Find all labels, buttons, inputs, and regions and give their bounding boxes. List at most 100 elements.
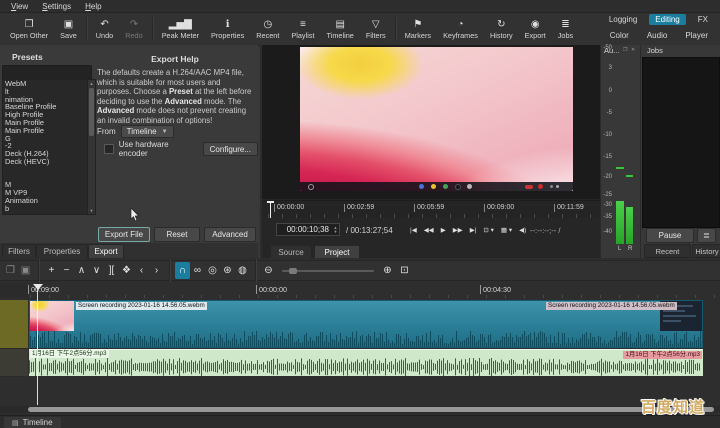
preset-item[interactable]: M (3, 181, 87, 189)
timeline-zoom-slider[interactable] (282, 270, 374, 272)
next-marker-button[interactable]: › (149, 262, 164, 279)
ripple-all-tracks-button[interactable]: ⊛ (220, 262, 235, 279)
play-button[interactable]: ▶ (441, 226, 446, 234)
preset-item[interactable]: G (3, 135, 87, 143)
paste-button[interactable]: ▣ (18, 262, 33, 279)
preset-item[interactable]: Animation (3, 197, 87, 205)
scrub-while-dragging-button[interactable]: ∞ (190, 262, 205, 279)
history-button[interactable]: ↻History (484, 14, 519, 44)
timeline-zoom-fit-button[interactable]: ⊡ (397, 262, 412, 279)
player-scrubber[interactable]: 00:00:0000:02:5900:05:5900:09:0000:11:59 (262, 200, 600, 218)
layout-logging[interactable]: Logging (603, 14, 643, 25)
from-dropdown[interactable]: Timeline ▼ (121, 125, 174, 138)
scroll-up-icon[interactable]: ▲ (88, 81, 95, 86)
preset-item[interactable]: -2 (3, 142, 87, 150)
grid-button[interactable]: ▦ ▾ (501, 226, 512, 234)
preset-item[interactable]: Baseline Profile (3, 103, 87, 111)
float-panel-icon[interactable]: ❒ (623, 47, 627, 53)
undo-button[interactable]: ↶Undo (90, 14, 119, 44)
rewind-button[interactable]: ◀◀ (424, 226, 434, 234)
pause-button[interactable]: Pause (646, 228, 694, 243)
keyframes-button[interactable]: ◔Keyframes (437, 14, 484, 44)
tab-history[interactable]: History (692, 244, 720, 258)
timeline-zoom-in-button[interactable]: ⊕ (380, 262, 395, 279)
markers-button[interactable]: ⚑Markers (399, 14, 437, 44)
timeline-horizontal-scrollbar[interactable] (0, 406, 720, 413)
layout-fx[interactable]: FX (692, 14, 714, 25)
split-button[interactable]: ][ (104, 262, 119, 279)
preset-item[interactable]: Main Profile (3, 119, 87, 127)
jobs-list[interactable] (642, 57, 720, 228)
lift-button[interactable]: ∧ (74, 262, 89, 279)
timeline-ruler[interactable]: 00:00:0000:04:3000:09:00 (28, 283, 720, 298)
timeline-dock-tab[interactable]: ▤ Timeline (4, 417, 61, 428)
volume-button[interactable]: ◀) (519, 226, 526, 234)
skip-end-button[interactable]: ▶| (470, 226, 477, 234)
menu-view[interactable]: View (4, 2, 35, 11)
layout-player[interactable]: Player (679, 30, 714, 41)
timeline-zoom-out-button[interactable]: ⊖ (261, 262, 276, 279)
filters-button[interactable]: ▽Filters (360, 14, 392, 44)
redo-button[interactable]: ↷Redo (119, 14, 148, 44)
preset-list-scrollbar[interactable]: ▲ ▼ (87, 79, 96, 215)
layout-color[interactable]: Color (604, 30, 635, 41)
video-track-head[interactable] (0, 300, 28, 349)
time-spinner[interactable]: ▲▼ (332, 224, 339, 236)
hardware-encoder-checkbox[interactable] (104, 144, 114, 154)
menu-help[interactable]: Help (78, 2, 108, 11)
tab-properties[interactable]: Properties (36, 244, 88, 258)
peak-meter-button[interactable]: ▂▅▇Peak Meter (156, 14, 205, 44)
save-button[interactable]: ▣Save (54, 14, 83, 44)
preset-search-input[interactable] (2, 65, 92, 80)
tab-filters[interactable]: Filters (2, 244, 36, 258)
scrubber-playhead[interactable] (270, 201, 271, 218)
open-other-button[interactable]: ❐Open Other (4, 14, 54, 44)
append-button[interactable]: + (44, 262, 59, 279)
ripple-markers-button[interactable]: ◍ (235, 262, 250, 279)
snap-button[interactable]: ∩ (175, 262, 190, 279)
current-time-field[interactable] (276, 223, 340, 236)
audio-track-head[interactable] (0, 349, 28, 377)
preset-item[interactable]: lt (3, 88, 87, 96)
advanced-button[interactable]: Advanced (204, 227, 256, 242)
export-file-button[interactable]: Export File (98, 227, 150, 242)
export-button[interactable]: ◉Export (519, 14, 552, 44)
configure-button[interactable]: Configure... (203, 142, 258, 156)
copy-button[interactable]: ❐ (3, 262, 18, 279)
menu-settings[interactable]: Settings (35, 2, 78, 11)
preset-list[interactable]: WebMltnimationBaseline ProfileHigh Profi… (2, 79, 88, 215)
ripple-delete-button[interactable]: − (59, 262, 74, 279)
preset-item[interactable]: M VP9 (3, 189, 87, 197)
timeline-playhead[interactable] (37, 284, 38, 405)
preset-item[interactable]: High Profile (3, 111, 87, 119)
marker-button[interactable]: ❖ (119, 262, 134, 279)
reset-button[interactable]: Reset (154, 227, 200, 242)
skip-start-button[interactable]: |◀ (410, 226, 417, 234)
preset-item[interactable]: nimation (3, 96, 87, 104)
timeline-button[interactable]: ▤Timeline (321, 14, 360, 44)
video-clip[interactable]: Screen recording 2023-01-16 14.56.05.web… (29, 300, 703, 348)
preset-item[interactable] (3, 174, 87, 182)
layout-audio[interactable]: Audio (641, 30, 673, 41)
overwrite-button[interactable]: ∨ (89, 262, 104, 279)
properties-button[interactable]: ℹProperties (205, 14, 250, 44)
layout-editing[interactable]: Editing (649, 14, 685, 25)
ripple-button[interactable]: ◎ (205, 262, 220, 279)
preset-item[interactable]: Deck (H.264) (3, 150, 87, 158)
prev-marker-button[interactable]: ‹ (134, 262, 149, 279)
scroll-down-icon[interactable]: ▼ (88, 208, 95, 213)
tab-export[interactable]: Export (88, 244, 124, 258)
playlist-button[interactable]: ≡Playlist (285, 14, 320, 44)
timeline-playhead-handle[interactable] (33, 284, 43, 290)
recent-button[interactable]: ◷Recent (250, 14, 285, 44)
preset-item[interactable]: WebM (3, 80, 87, 88)
audio-clip[interactable]: 1月16日 下午2点56分.mp3 1月16日 下午2点56分.mp3 (29, 349, 703, 376)
close-panel-icon[interactable]: ✕ (631, 47, 635, 53)
tab-recent[interactable]: Recent (644, 244, 691, 258)
fast-forward-button[interactable]: ▶▶ (453, 226, 463, 234)
preset-item[interactable] (3, 166, 87, 174)
zoom-fit-button[interactable]: ⊡ ▾ (483, 226, 494, 234)
preset-item[interactable]: Deck (HEVC) (3, 158, 87, 166)
preset-item[interactable]: b (3, 205, 87, 213)
jobs-menu-button[interactable]: ≣ (697, 228, 716, 243)
